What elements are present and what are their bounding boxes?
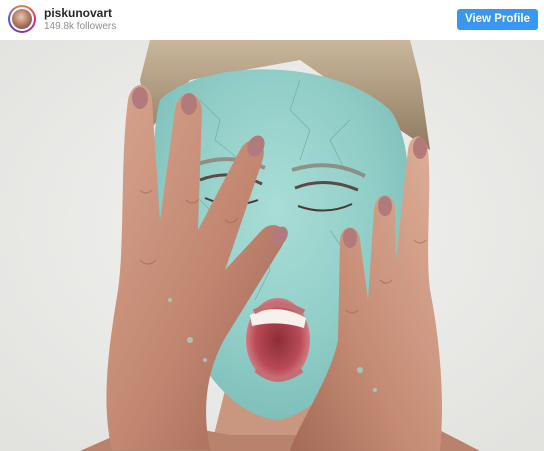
avatar-photo (12, 9, 32, 29)
avatar-ring (10, 7, 34, 31)
instagram-embed: piskunovart 149.8k followers View Profil… (0, 0, 544, 451)
profile-avatar-icon[interactable] (8, 5, 36, 33)
embed-header: piskunovart 149.8k followers View Profil… (0, 0, 544, 39)
post-image[interactable] (0, 40, 544, 451)
painting-illustration (0, 40, 544, 451)
view-profile-button[interactable]: View Profile (457, 9, 538, 30)
profile-username[interactable]: piskunovart (44, 6, 112, 20)
follower-count: 149.8k followers (44, 21, 117, 32)
